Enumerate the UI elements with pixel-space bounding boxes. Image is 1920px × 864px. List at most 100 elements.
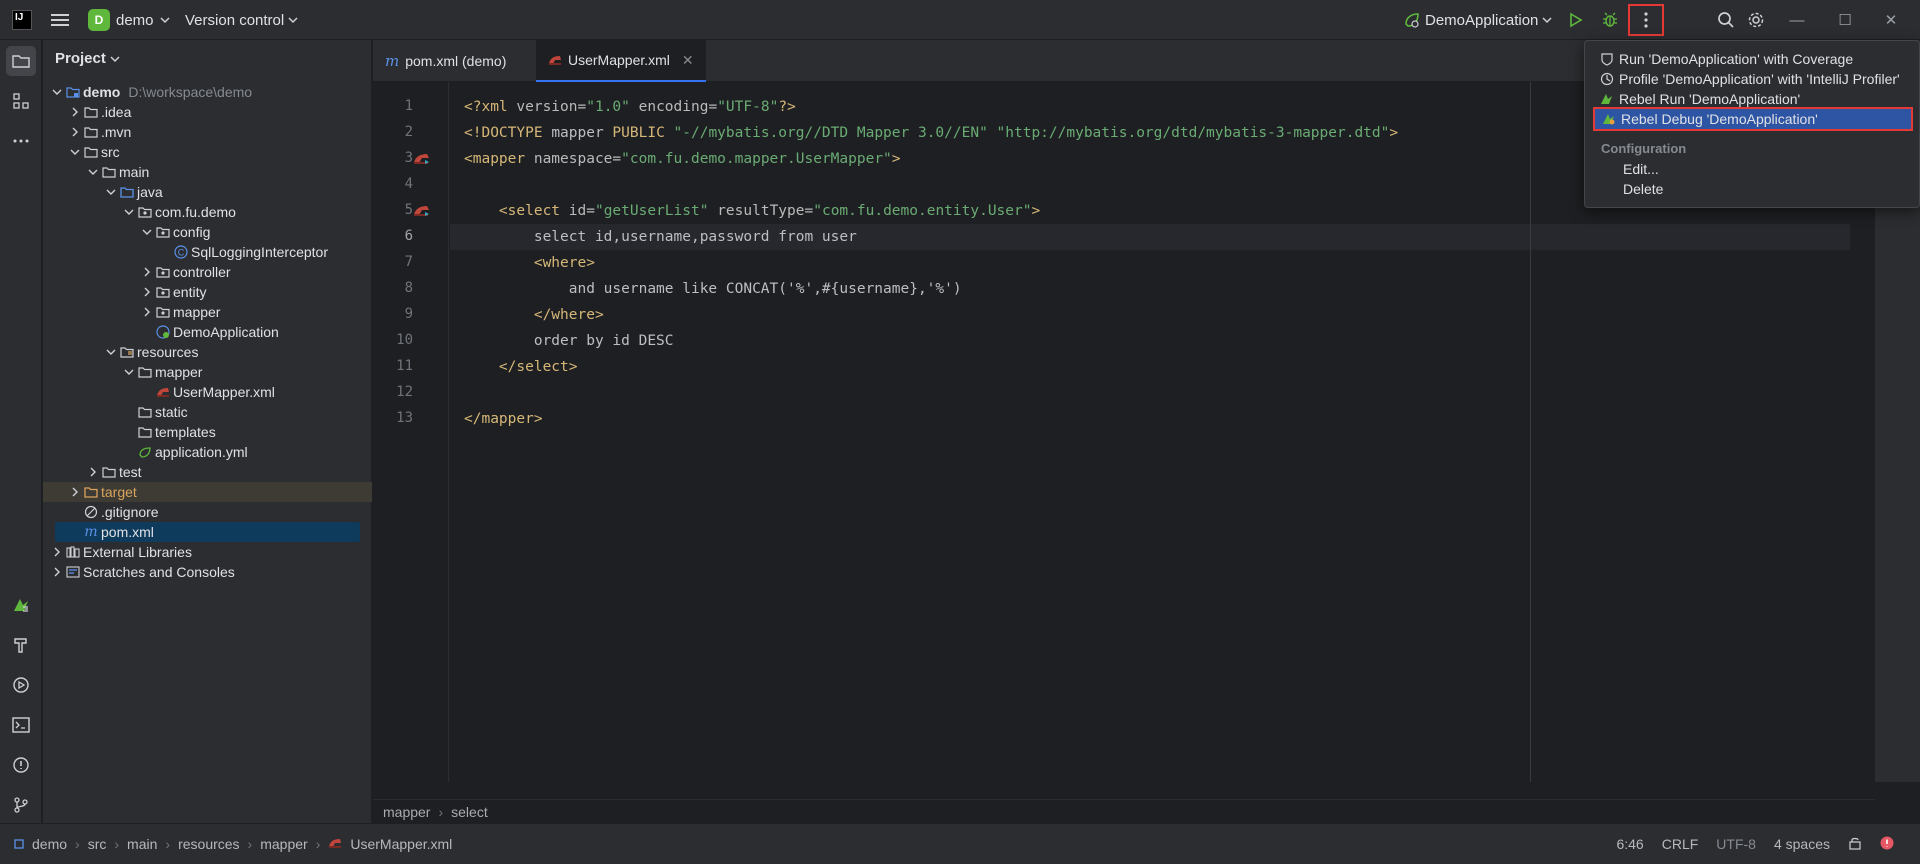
maximize-icon: ☐ <box>1838 12 1852 29</box>
tree-item-sqllogginginterceptor[interactable]: C SqlLoggingInterceptor <box>43 242 372 262</box>
settings-button[interactable] <box>1742 0 1770 40</box>
code-line[interactable]: select id,username,password from user <box>450 224 1850 250</box>
code-line[interactable]: <where> <box>450 250 1920 276</box>
chevron-down-icon[interactable] <box>67 144 83 160</box>
tree-item-mvn[interactable]: .mvn <box>43 122 372 142</box>
debug-button[interactable] <box>1596 0 1624 40</box>
tree-item-test[interactable]: test <box>43 462 372 482</box>
caret-position[interactable]: 6:46 <box>1616 836 1643 852</box>
menu-item-profile[interactable]: Profile 'DemoApplication' with 'IntelliJ… <box>1593 69 1913 89</box>
read-only-toggle-icon[interactable] <box>1848 836 1862 853</box>
menu-item-rebel-run[interactable]: Rebel Run 'DemoApplication' <box>1593 89 1913 109</box>
tree-item-gitignore[interactable]: .gitignore <box>43 502 372 522</box>
problems-tool-button[interactable] <box>6 750 36 780</box>
project-panel-header[interactable]: Project <box>55 50 120 67</box>
tree-item-templates[interactable]: templates <box>43 422 372 442</box>
breadcrumb-item[interactable]: select <box>451 804 488 820</box>
tree-item-demo[interactable]: demo D:\workspace\demo <box>43 82 372 102</box>
menu-item-edit-configuration[interactable]: Edit... <box>1623 161 1659 177</box>
git-tool-button[interactable] <box>6 790 36 820</box>
maximize-button[interactable]: ☐ <box>1830 0 1860 40</box>
version-control-menu[interactable]: Version control <box>185 0 298 40</box>
menu-item-run-with-coverage[interactable]: Run 'DemoApplication' with Coverage <box>1593 49 1913 69</box>
chevron-right-icon[interactable] <box>67 104 83 120</box>
tree-item-main[interactable]: main <box>43 162 372 182</box>
code-line[interactable]: </where> <box>450 302 1920 328</box>
tree-item-pom-xml[interactable]: m pom.xml <box>55 522 360 542</box>
line-separator[interactable]: CRLF <box>1662 836 1699 852</box>
chevron-right-icon[interactable] <box>49 564 65 580</box>
chevron-right-icon[interactable] <box>67 124 83 140</box>
terminal-tool-button[interactable] <box>6 710 36 740</box>
more-actions-button[interactable] <box>1628 4 1664 36</box>
tree-item-scratches-and-consoles[interactable]: Scratches and Consoles <box>43 562 372 582</box>
status-breadcrumb-item[interactable]: demo <box>32 836 67 852</box>
code-line[interactable] <box>450 380 1920 406</box>
chevron-down-icon[interactable] <box>49 84 65 100</box>
status-breadcrumb-item[interactable]: src <box>88 836 107 852</box>
tab-pom-xml[interactable]: m pom.xml (demo) <box>373 40 518 82</box>
tree-item-resources[interactable]: resources <box>43 342 372 362</box>
tree-item-com-fu-demo[interactable]: com.fu.demo <box>43 202 372 222</box>
tree-item-entity[interactable]: entity <box>43 282 372 302</box>
chevron-down-icon[interactable] <box>85 164 101 180</box>
chevron-right-icon[interactable] <box>67 484 83 500</box>
run-button[interactable] <box>1562 0 1590 40</box>
search-everywhere-button[interactable] <box>1712 0 1740 40</box>
mybatis-navigate-gutter-icon[interactable] <box>413 152 431 166</box>
tree-item-mapper[interactable]: mapper <box>43 302 372 322</box>
breadcrumb-item[interactable]: mapper <box>383 804 430 820</box>
status-breadcrumb-item[interactable]: mapper <box>260 836 307 852</box>
indent-setting[interactable]: 4 spaces <box>1774 836 1830 852</box>
project-tool-button[interactable] <box>6 46 36 76</box>
mybatis-navigate-gutter-icon[interactable] <box>413 204 431 218</box>
tree-item-controller[interactable]: controller <box>43 262 372 282</box>
menu-item-delete-configuration[interactable]: Delete <box>1623 181 1663 197</box>
project-switcher[interactable]: D demo <box>88 0 170 40</box>
build-tool-button[interactable] <box>6 630 36 660</box>
tree-item-mapper[interactable]: mapper <box>43 362 372 382</box>
chevron-down-icon[interactable] <box>103 344 119 360</box>
status-breadcrumb-item[interactable]: UserMapper.xml <box>350 836 452 852</box>
tree-item-java[interactable]: java <box>43 182 372 202</box>
main-menu-button[interactable] <box>46 0 74 40</box>
chevron-right-icon[interactable] <box>139 284 155 300</box>
app-logo[interactable]: IJ <box>10 0 34 40</box>
chevron-down-icon <box>288 17 298 24</box>
tree-item-static[interactable]: static <box>43 402 372 422</box>
tree-item-config[interactable]: config <box>43 222 372 242</box>
menu-item-rebel-debug[interactable]: Rebel Debug 'DemoApplication' <box>1593 107 1913 131</box>
tree-item-usermapper-xml[interactable]: UserMapper.xml <box>43 382 372 402</box>
more-tools-button[interactable] <box>6 126 36 156</box>
chevron-down-icon[interactable] <box>121 204 137 220</box>
tree-item-idea[interactable]: .idea <box>43 102 372 122</box>
code-line[interactable]: </select> <box>450 354 1920 380</box>
code-line[interactable]: </mapper> <box>450 406 1920 432</box>
close-window-button[interactable]: ✕ <box>1876 0 1906 40</box>
error-notification-icon[interactable] <box>1880 836 1894 853</box>
tab-usermapper-xml[interactable]: UserMapper.xml ✕ <box>536 40 706 82</box>
run-configuration-selector[interactable]: DemoApplication <box>1403 0 1552 40</box>
chevron-right-icon[interactable] <box>139 304 155 320</box>
tree-item-application-yml[interactable]: application.yml <box>43 442 372 462</box>
chevron-down-icon[interactable] <box>103 184 119 200</box>
code-line[interactable]: order by id DESC <box>450 328 1920 354</box>
chevron-down-icon[interactable] <box>139 224 155 240</box>
chevron-right-icon[interactable] <box>85 464 101 480</box>
minimize-button[interactable]: — <box>1782 0 1812 40</box>
chevron-down-icon[interactable] <box>121 364 137 380</box>
structure-tool-button[interactable] <box>6 86 36 116</box>
status-breadcrumb-item[interactable]: main <box>127 836 157 852</box>
chevron-right-icon[interactable] <box>139 264 155 280</box>
code-line[interactable]: and username like CONCAT('%',#{username}… <box>450 276 1920 302</box>
tree-item-src[interactable]: src <box>43 142 372 162</box>
chevron-right-icon[interactable] <box>49 544 65 560</box>
tree-item-target[interactable]: target <box>43 482 372 502</box>
close-tab-icon[interactable]: ✕ <box>682 52 694 69</box>
services-tool-button[interactable] <box>6 670 36 700</box>
tree-item-demoapplication[interactable]: DemoApplication <box>43 322 372 342</box>
status-breadcrumb-item[interactable]: resources <box>178 836 239 852</box>
jrebel-tool-button[interactable] <box>6 590 36 620</box>
file-encoding[interactable]: UTF-8 <box>1716 836 1756 852</box>
tree-item-external-libraries[interactable]: External Libraries <box>43 542 372 562</box>
